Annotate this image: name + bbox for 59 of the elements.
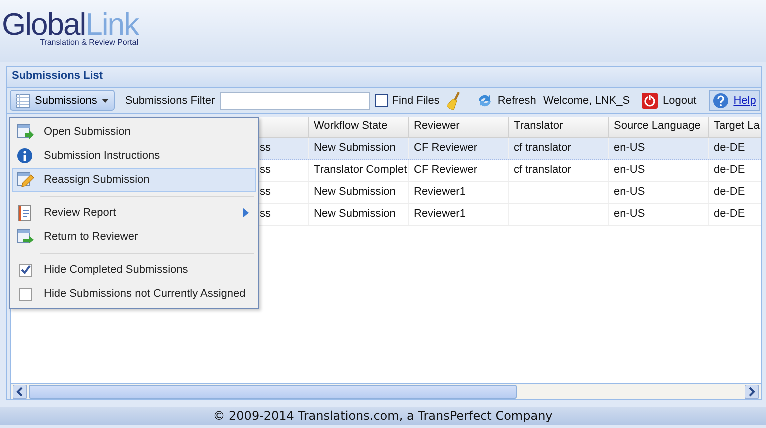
- table-cell-text: de-DE: [713, 163, 746, 178]
- filter-label: Submissions Filter: [125, 94, 216, 106]
- footer-copyright: © 2009-2014 Translations.com, a TransPerfect Company: [0, 407, 766, 425]
- logo-wordmark: GlobalLink: [2, 10, 138, 40]
- table-cell: en-US: [609, 204, 709, 225]
- menu-item[interactable]: Reassign Submission: [12, 168, 256, 192]
- column-header[interactable]: Target La: [709, 117, 761, 137]
- logo-tagline: Translation & Review Portal: [40, 38, 138, 47]
- find-files-checkbox[interactable]: [375, 94, 388, 107]
- table-cell: Reviewer1: [409, 204, 509, 225]
- check-icon: [20, 265, 30, 275]
- help-link[interactable]: Help: [708, 90, 760, 111]
- table-cell: New Submission: [309, 182, 409, 203]
- column-header[interactable]: Source Language: [609, 117, 709, 137]
- panel-title: Submissions List: [7, 67, 761, 88]
- table-cell: Translator Complet: [309, 160, 409, 181]
- logout-button[interactable]: Logout: [640, 90, 699, 111]
- window-arrow-icon: [17, 124, 34, 140]
- power-icon: [642, 92, 658, 108]
- scroll-right-icon[interactable]: [745, 384, 759, 398]
- find-files-label: Find Files: [392, 94, 440, 106]
- pencil-icon: [17, 172, 34, 188]
- help-icon: [712, 92, 729, 108]
- menu-item[interactable]: Return to Reviewer: [12, 225, 256, 249]
- column-header[interactable]: Reviewer: [409, 117, 509, 137]
- window-arrows-icon: [17, 228, 34, 246]
- broom-icon: [446, 92, 463, 110]
- menu-item[interactable]: Review Report: [12, 201, 256, 225]
- table-cell: en-US: [609, 160, 709, 181]
- checkbox[interactable]: [19, 288, 32, 300]
- menu-item[interactable]: Hide Completed Submissions: [12, 258, 256, 282]
- table-cell: CF Reviewer: [409, 138, 509, 159]
- table-cell-text: de-DE: [713, 141, 746, 156]
- submissions-menu-button[interactable]: Submissions: [10, 90, 116, 111]
- table-cell: cf translator: [509, 160, 609, 181]
- info-icon: [17, 148, 34, 164]
- caret-icon: [102, 98, 110, 102]
- grid-icon: [16, 94, 30, 108]
- menu-item[interactable]: Hide Submissions not Currently Assigned: [12, 282, 256, 306]
- welcome-text: Welcome, LNK_S: [543, 94, 630, 106]
- column-header[interactable]: Translator: [509, 117, 609, 137]
- table-cell-text: de-DE: [713, 207, 746, 222]
- table-cell-text: de-DE: [713, 185, 746, 200]
- table-cell: en-US: [609, 138, 709, 159]
- scroll-left-icon[interactable]: [13, 384, 27, 398]
- filter-field[interactable]: [220, 92, 370, 110]
- table-cell: New Submission: [309, 138, 409, 159]
- table-cell: en-US: [609, 182, 709, 203]
- horizontal-scrollbar[interactable]: [11, 383, 761, 399]
- table-cell: cf translator: [509, 138, 609, 159]
- refresh-button[interactable]: Refresh: [474, 90, 538, 111]
- document-icon: [17, 204, 34, 222]
- column-header[interactable]: Workflow State: [309, 117, 409, 137]
- checkbox[interactable]: [19, 264, 32, 276]
- table-cell: Reviewer1: [409, 182, 509, 203]
- table-cell: CF Reviewer: [409, 160, 509, 181]
- table-cell: New Submission: [309, 204, 409, 225]
- refresh-icon: [476, 92, 493, 108]
- submenu-arrow-icon: [243, 208, 249, 218]
